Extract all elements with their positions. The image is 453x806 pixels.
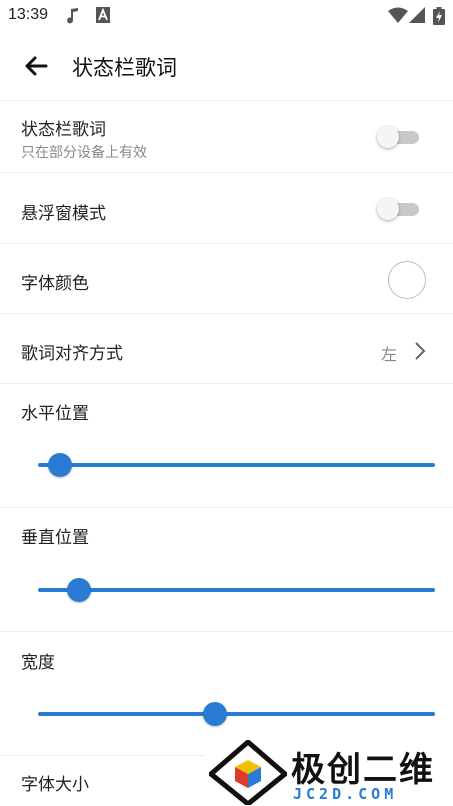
watermark: 极创二维 JC2D.COM [205, 740, 453, 805]
floating-mode-toggle[interactable] [377, 197, 419, 221]
signal-icon [409, 7, 425, 23]
chevron-right-icon [415, 342, 426, 360]
music-note-icon [67, 8, 78, 24]
setting-statusbar-lyrics[interactable]: 状态栏歌词 只在部分设备上有效 [0, 100, 453, 173]
font-a-icon [96, 7, 110, 23]
status-time: 13:39 [8, 6, 49, 23]
watermark-logo [209, 740, 287, 805]
setting-font-color[interactable]: 字体颜色 [0, 243, 453, 314]
toggle-thumb [377, 198, 399, 220]
setting-label: 水平位置 [21, 404, 89, 424]
slider-track [38, 588, 435, 592]
watermark-title: 极创二维 [291, 750, 435, 790]
setting-vertical-position: 垂直位置 [0, 507, 453, 632]
setting-label: 字体颜色 [21, 274, 89, 294]
watermark-subtitle: JC2D.COM [293, 785, 398, 803]
width-slider[interactable] [38, 699, 435, 729]
alignment-value: 左 [380, 345, 397, 364]
page-title: 状态栏歌词 [72, 56, 177, 80]
font-color-swatch[interactable] [388, 261, 426, 299]
setting-label: 垂直位置 [21, 528, 89, 548]
setting-label: 悬浮窗模式 [21, 204, 106, 224]
slider-track [38, 463, 435, 467]
setting-label: 字体大小 [21, 775, 89, 795]
setting-horizontal-position: 水平位置 [0, 383, 453, 508]
setting-lyrics-alignment[interactable]: 歌词对齐方式 左 [0, 313, 453, 384]
wifi-icon [388, 7, 408, 23]
setting-label: 状态栏歌词 [21, 120, 106, 140]
toggle-thumb [377, 126, 399, 148]
status-bar: 13:39 [0, 0, 453, 32]
setting-label: 歌词对齐方式 [21, 344, 123, 364]
setting-width: 宽度 [0, 631, 453, 756]
slider-thumb[interactable] [202, 702, 227, 726]
horizontal-position-slider[interactable] [38, 450, 435, 480]
statusbar-lyrics-toggle[interactable] [377, 125, 419, 149]
battery-icon [433, 7, 445, 25]
slider-thumb[interactable] [47, 453, 72, 477]
slider-track [38, 712, 435, 716]
vertical-position-slider[interactable] [38, 575, 435, 605]
setting-floating-mode[interactable]: 悬浮窗模式 [0, 172, 453, 244]
arrow-back-icon[interactable] [20, 50, 52, 82]
setting-label: 宽度 [21, 653, 55, 673]
app-bar: 状态栏歌词 [0, 32, 453, 100]
setting-subtitle: 只在部分设备上有效 [21, 145, 147, 161]
slider-thumb[interactable] [66, 578, 91, 602]
